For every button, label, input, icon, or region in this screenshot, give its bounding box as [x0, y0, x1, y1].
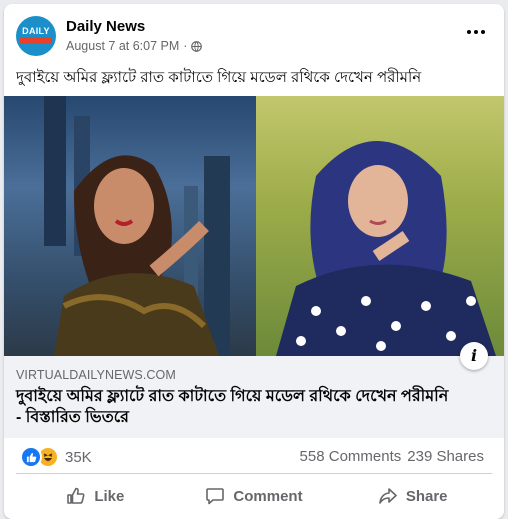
reaction-count: 35K [65, 448, 92, 466]
comments-count[interactable]: 558 Comments [300, 448, 402, 465]
like-button[interactable]: Like [16, 478, 175, 514]
comment-share-counts: 558 Comments 239 Shares [300, 448, 484, 465]
shares-count[interactable]: 239 Shares [407, 448, 484, 465]
post-card: DAILY Daily News August 7 at 6:07 PM · দ… [4, 4, 504, 519]
like-reaction-icon [20, 446, 42, 468]
comment-button[interactable]: Comment [175, 478, 334, 514]
more-options-icon[interactable] [464, 22, 488, 42]
like-label: Like [94, 487, 125, 505]
post-header: DAILY Daily News August 7 at 6:07 PM · [16, 16, 492, 60]
link-title: দুবাইয়ে অমির ফ্ল্যাটে রাত কাটাতে গিয়ে … [16, 388, 449, 426]
share-button[interactable]: Share [333, 478, 492, 514]
link-domain: VIRTUALDAILYNEWS.COM [16, 368, 176, 382]
post-text: দুবাইয়ে অমির ফ্ল্যাটে রাত কাটাতে গিয়ে … [16, 69, 422, 86]
comment-label: Comment [233, 487, 303, 505]
photo-right-woman [256, 96, 504, 356]
thumbs-up-icon [67, 487, 85, 504]
page-name-link[interactable]: Daily News [66, 18, 145, 35]
comment-bubble-icon [206, 488, 225, 505]
actions-divider [16, 473, 492, 474]
post-timestamp[interactable]: August 7 at 6:07 PM [66, 39, 179, 53]
reactions-summary[interactable]: 35K [20, 446, 92, 468]
avatar-logo-band [20, 37, 52, 44]
avatar-logo-text: DAILY [22, 26, 50, 36]
share-arrow-icon [379, 488, 397, 504]
post-actions: Like Comment Share [16, 478, 492, 514]
page-avatar[interactable]: DAILY [16, 16, 56, 56]
engagement-counts: 35K 558 Comments 239 Shares [16, 444, 492, 468]
link-preview-image[interactable] [4, 96, 504, 356]
photo-left-woman [4, 96, 256, 356]
share-label: Share [405, 487, 448, 505]
info-icon[interactable]: i [460, 342, 488, 370]
meta-separator: · [183, 39, 188, 53]
link-preview-box[interactable]: VIRTUALDAILYNEWS.COM দুবাইয়ে অমির ফ্ল্য… [4, 356, 504, 438]
post-meta: August 7 at 6:07 PM · [66, 39, 203, 53]
globe-icon [191, 40, 203, 52]
